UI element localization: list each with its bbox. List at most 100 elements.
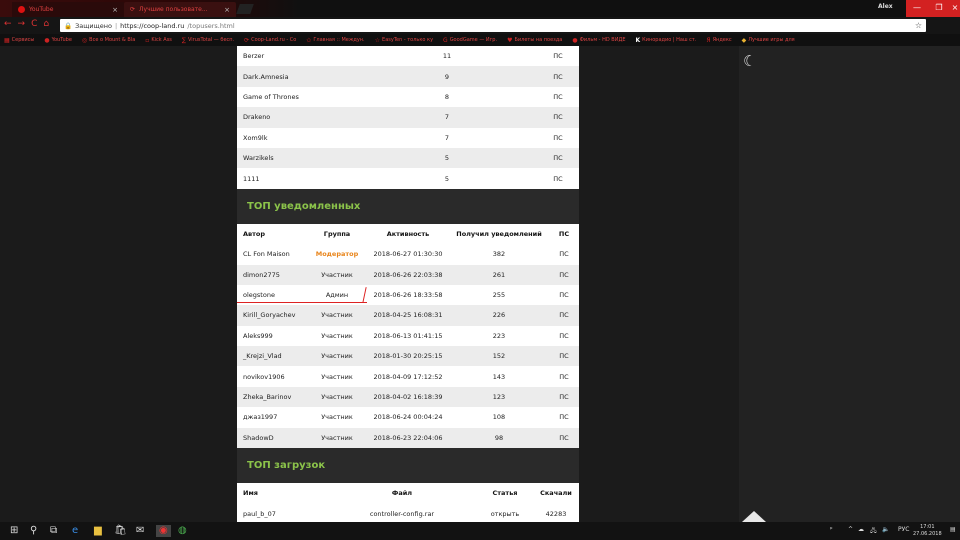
taskbar-clock[interactable]: 17:01 27.06.2018 — [913, 524, 942, 538]
private-message-link[interactable]: ПС — [537, 86, 579, 108]
author-link[interactable]: Zheka_Barinov — [243, 393, 291, 401]
tray-chevron-icon[interactable]: ^ — [848, 526, 853, 533]
bookmark-main[interactable]: ✩ Главная :: Междун. — [306, 37, 364, 44]
profile-name[interactable]: Alex — [878, 3, 893, 10]
user-name-link[interactable]: Drakeno — [237, 107, 357, 128]
bookmark-youtube[interactable]: ● YouTube — [44, 37, 72, 44]
tab-topusers[interactable]: ⟳ Лучшие пользовате... × — [124, 2, 236, 17]
task-view-icon[interactable]: ⧉ — [50, 525, 57, 537]
article-open-link[interactable]: открыть — [477, 503, 533, 524]
bookmark-yandex[interactable]: Я Яндекс — [706, 37, 731, 44]
private-message-link[interactable]: ПС — [549, 407, 579, 428]
people-icon[interactable]: ᵖ — [830, 526, 833, 533]
column-header: ПС — [549, 223, 579, 245]
user-name-link[interactable]: Berzer — [237, 46, 357, 67]
private-message-link[interactable]: ПС — [549, 325, 579, 347]
home-icon[interactable]: ⌂ — [43, 19, 55, 29]
bookmark-easyten[interactable]: ☆ EasyTen - только ку — [375, 37, 433, 44]
url-input[interactable]: 🔒 Защищено | https://coop-land.ru/topuse… — [60, 19, 926, 32]
group-cell: Участник — [307, 386, 367, 408]
scroll-to-top-button[interactable] — [742, 511, 766, 522]
author-link[interactable]: Aleks999 — [243, 332, 273, 340]
table-row: Dark.Amnesia 9 ПС — [237, 66, 579, 87]
author-link[interactable]: _Krejzi_Vlad — [243, 352, 282, 360]
user-name-link[interactable]: Xom9lk — [237, 127, 357, 148]
bookmark-kickass[interactable]: ▫ Kick Ass — [145, 37, 172, 44]
private-message-link[interactable]: ПС — [537, 46, 579, 67]
user-name-link[interactable]: Warzikels — [237, 147, 357, 169]
screen: YouTube × ⟳ Лучшие пользовате... × Alex … — [0, 0, 960, 540]
bookmark-star-icon[interactable]: ☆ — [915, 21, 922, 30]
author-link[interactable]: джаз1997 — [243, 413, 277, 421]
close-tab-icon[interactable]: × — [112, 6, 118, 14]
author-link[interactable]: Kirill_Goryachev — [243, 311, 295, 319]
bookmark-films[interactable]: ● Фильм - HD ВИДЕ — [572, 37, 625, 44]
back-icon[interactable]: ← — [4, 19, 18, 29]
notification-count: 223 — [449, 325, 549, 347]
table-row: olegstone Админ 2018-06-26 18:33:58 255 ПС — [237, 284, 579, 306]
author-link[interactable]: CL Fon Maison — [243, 250, 290, 258]
forward-icon[interactable]: → — [18, 19, 32, 29]
bookmark-virustotal[interactable]: ∑ VirusTotal — бесп. — [182, 37, 234, 44]
virustotal-icon: ∑ — [181, 36, 186, 44]
author-link[interactable]: ShadowD — [243, 434, 274, 442]
bookmark-tickets[interactable]: ♥ Билеты на поезда — [507, 37, 562, 44]
close-tab-icon[interactable]: × — [224, 6, 230, 14]
windows-start-icon[interactable]: ⊞ — [10, 525, 18, 537]
table-row: paul_b_07 controller-config.rar открыть 422… — [237, 503, 579, 524]
network-icon[interactable]: 🖧 — [870, 526, 877, 536]
private-message-link[interactable]: ПС — [537, 66, 579, 87]
group-cell: Админ — [307, 284, 367, 306]
night-mode-moon-icon[interactable]: ☾ — [743, 52, 756, 70]
reload-icon[interactable]: C — [31, 19, 43, 29]
notification-count: 143 — [449, 366, 549, 387]
bookmark-games[interactable]: ◆ Лучшие игры для — [742, 37, 795, 44]
uploader-link[interactable]: paul_b_07 — [237, 503, 327, 524]
private-message-link[interactable]: ПС — [549, 386, 579, 408]
volume-icon[interactable]: 🔈 — [882, 526, 889, 533]
author-link[interactable]: olegstone — [243, 291, 275, 299]
private-message-link[interactable]: ПС — [549, 284, 579, 306]
private-message-link[interactable]: ПС — [537, 107, 579, 128]
private-message-link[interactable]: ПС — [549, 366, 579, 387]
store-icon[interactable]: 🛍 — [114, 525, 127, 537]
maximize-button[interactable]: ❐ — [928, 0, 950, 17]
close-window-button[interactable]: × — [950, 0, 960, 17]
language-indicator[interactable]: РУС — [898, 526, 909, 533]
bookmark-coopland[interactable]: ⟳ Coop-Land.ru - Co — [244, 37, 296, 44]
private-message-link[interactable]: ПС — [537, 168, 579, 189]
private-message-link[interactable]: ПС — [549, 305, 579, 326]
tab-youtube[interactable]: YouTube × — [12, 2, 124, 17]
wifi-icon[interactable]: ☁ — [858, 526, 864, 533]
youtube-icon: ● — [44, 36, 50, 44]
file-explorer-icon[interactable]: ▆ — [94, 525, 102, 537]
file-link[interactable]: controller-config.rar — [327, 503, 477, 524]
private-message-link[interactable]: ПС — [549, 427, 579, 449]
bookmark-mountblade[interactable]: ◎ Все о Mount & Bla — [82, 37, 135, 44]
author-link[interactable]: novikov1906 — [243, 373, 285, 381]
chrome-icon[interactable]: ◉ — [156, 525, 171, 537]
app-icon[interactable]: ◍ — [178, 525, 187, 537]
mail-icon[interactable]: ✉ — [136, 525, 144, 537]
page-viewport: ☾ Berzer 11 ПС Dark.Amnesia 9 ПС Game of Thron… — [0, 46, 960, 524]
private-message-link[interactable]: ПС — [549, 346, 579, 367]
notifications-icon[interactable]: ▤ — [950, 526, 956, 533]
bookmark-apps[interactable]: ▦ Сервисы — [4, 37, 34, 44]
group-label: Участник — [321, 331, 353, 340]
private-message-link[interactable]: ПС — [537, 147, 579, 169]
bookmark-kinoradio[interactable]: K Кинорадио | Наш ст. — [636, 37, 697, 44]
count-value: 9 — [357, 66, 537, 87]
user-name-link[interactable]: Game of Thrones — [237, 86, 357, 108]
search-icon[interactable]: ⚲ — [30, 525, 37, 537]
author-link[interactable]: dimon2775 — [243, 271, 280, 279]
private-message-link[interactable]: ПС — [549, 244, 579, 265]
bookmark-goodgame[interactable]: G GoodGame — Игр. — [443, 37, 497, 44]
notification-count: 255 — [449, 284, 549, 306]
private-message-link[interactable]: ПС — [549, 264, 579, 285]
user-name-link[interactable]: Dark.Amnesia — [237, 66, 357, 87]
site-icon: ♥ — [507, 36, 513, 44]
user-name-link[interactable]: 1111 — [237, 168, 357, 189]
edge-icon[interactable]: e — [72, 525, 78, 537]
minimize-button[interactable]: — — [906, 0, 928, 17]
private-message-link[interactable]: ПС — [537, 127, 579, 148]
